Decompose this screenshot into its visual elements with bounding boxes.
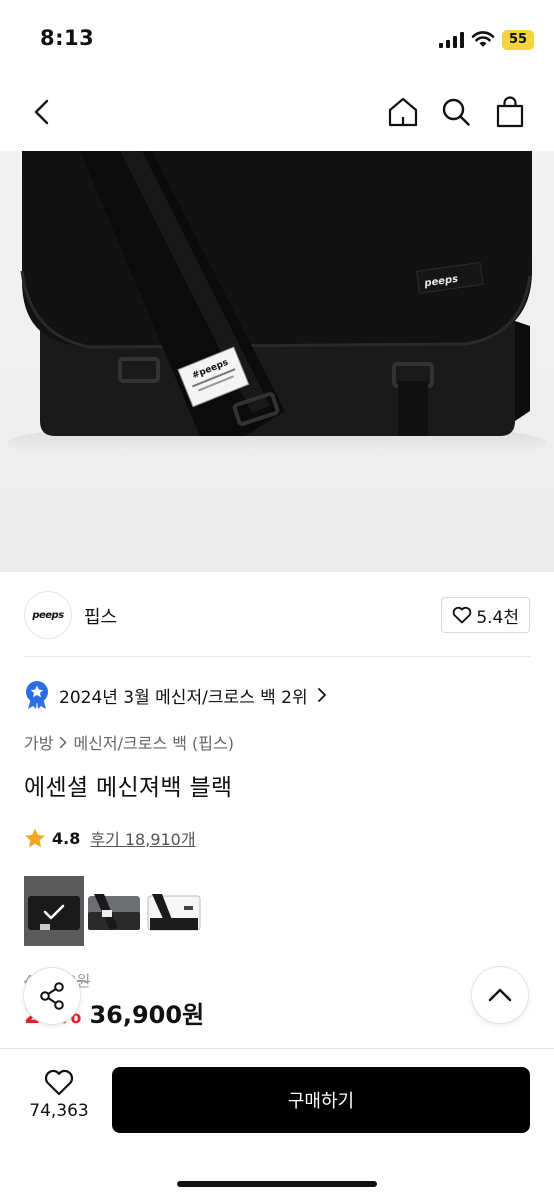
home-button[interactable] [383, 92, 423, 132]
nav-bar [0, 80, 554, 144]
grey-bag-thumbnail [84, 876, 144, 946]
heart-icon [453, 606, 472, 624]
bottom-action-bar: 74,363 구매하기 [0, 1048, 554, 1200]
search-icon [442, 98, 470, 126]
wishlist-button[interactable]: 74,363 [24, 1069, 94, 1129]
back-button[interactable] [22, 92, 62, 132]
rating-row: 4.8 후기 18,910개 [24, 826, 196, 850]
breadcrumb: 가방 메신저/크로스 백 (핍스) [24, 730, 234, 754]
breadcrumb-category[interactable]: 가방 [24, 730, 53, 754]
color-swatch-black[interactable] [24, 876, 84, 946]
color-swatch-white[interactable] [144, 876, 204, 946]
cart-button[interactable] [490, 92, 530, 132]
black-bag-thumbnail [24, 876, 84, 946]
heart-icon [44, 1069, 74, 1096]
color-options [24, 876, 204, 946]
brand-like-count: 5.4천 [476, 607, 519, 628]
chevron-up-icon [488, 988, 512, 1002]
breadcrumb-subcategory[interactable]: 메신저/크로스 백 (핍스) [73, 730, 234, 754]
buy-button[interactable]: 구매하기 [112, 1067, 530, 1133]
brand-logo[interactable]: peeps [24, 591, 72, 639]
home-indicator [177, 1181, 377, 1187]
search-button[interactable] [436, 92, 476, 132]
bag-illustration: #peeps peeps [7, 151, 547, 465]
review-count-link[interactable]: 후기 18,910개 [90, 826, 195, 850]
star-icon [25, 828, 45, 847]
divider [24, 656, 530, 657]
status-bar: 8:13 55 [0, 0, 554, 70]
share-icon [40, 982, 64, 1010]
brand-row: peeps 핍스 5.4천 [24, 591, 530, 639]
cart-icon [496, 96, 524, 128]
product-image[interactable]: #peeps peeps [0, 151, 554, 572]
product-title: 에센셜 메신져백 블랙 [24, 775, 233, 801]
chevron-right-icon [317, 688, 326, 702]
signal-icon [439, 32, 464, 48]
rating-value: 4.8 [52, 828, 81, 848]
brand-name[interactable]: 핍스 [84, 603, 117, 629]
ranking-badge-icon [26, 681, 48, 709]
color-swatch-grey[interactable] [84, 876, 144, 946]
white-bag-thumbnail [144, 876, 204, 946]
sale-price: 36,900원 [89, 1001, 205, 1029]
ranking-link[interactable]: 2024년 3월 메신저/크로스 백 2위 [24, 679, 327, 711]
home-icon [388, 97, 418, 127]
status-time: 8:13 [40, 26, 95, 50]
wishlist-count: 74,363 [29, 1101, 89, 1121]
battery-indicator: 55 [502, 30, 534, 50]
back-icon [34, 99, 49, 125]
brand-like-button[interactable]: 5.4천 [441, 597, 530, 633]
ranking-text: 2024년 3월 메신저/크로스 백 2위 [59, 687, 308, 708]
wifi-icon [471, 31, 495, 47]
share-button[interactable] [23, 967, 81, 1025]
chevron-right-icon [60, 736, 68, 748]
scroll-to-top-button[interactable] [471, 966, 529, 1024]
